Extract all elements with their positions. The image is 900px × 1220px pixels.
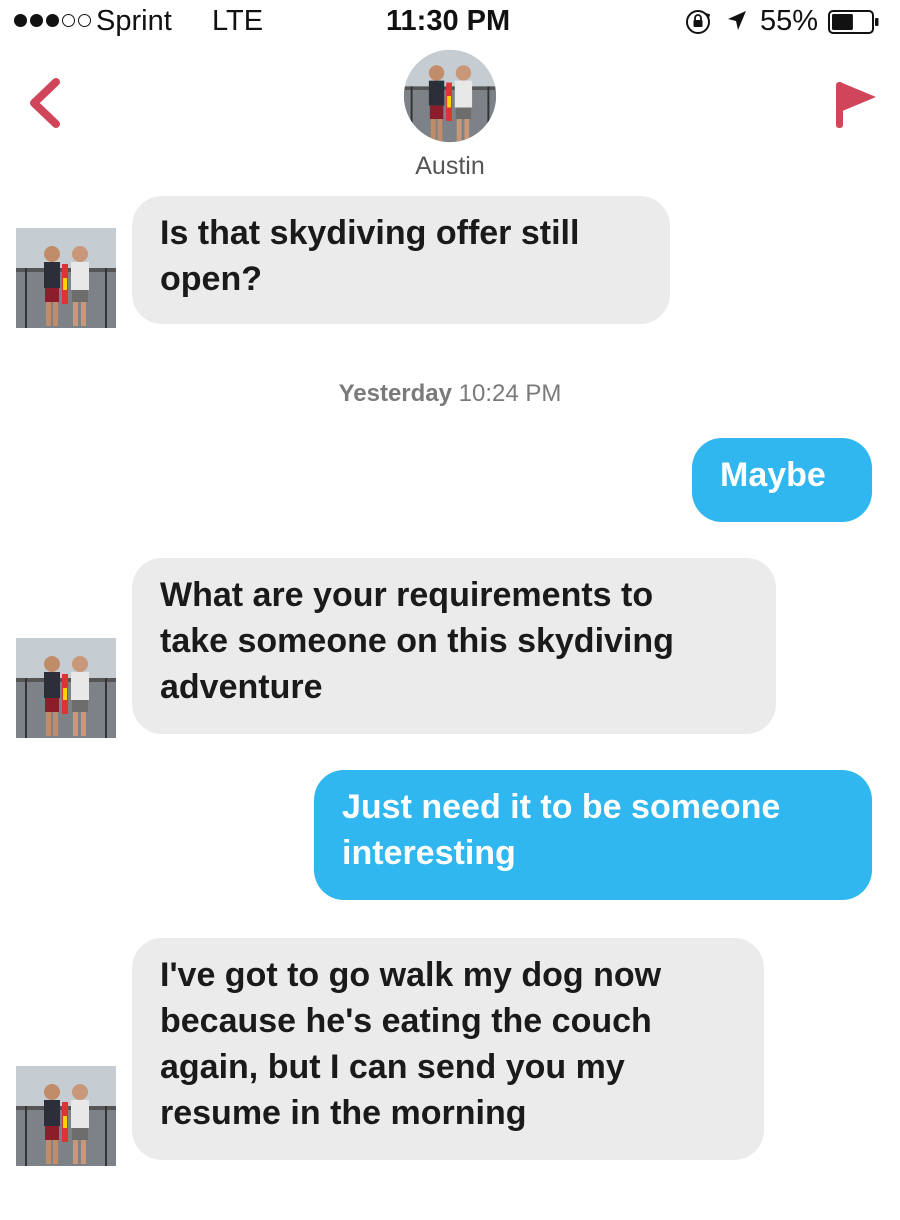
rotation-lock-icon <box>686 10 711 34</box>
carrier-name: Sprint <box>96 5 172 37</box>
message-bubble-incoming[interactable]: I've got to go walk my dog now because h… <box>132 938 764 1160</box>
message-bubble-incoming[interactable]: Is that skydiving offer still open? <box>132 196 670 324</box>
status-bar: Sprint LTE 11:30 PM 55% <box>0 0 900 44</box>
flag-icon[interactable] <box>830 78 880 130</box>
timestamp-day: Yesterday <box>338 380 452 407</box>
message-timestamp: Yesterday 10:24 PM <box>0 380 900 408</box>
contact-avatar[interactable] <box>16 638 116 738</box>
signal-dots-icon <box>14 14 91 27</box>
network-type: LTE <box>212 5 264 37</box>
timestamp-time: 10:24 PM <box>458 380 562 407</box>
message-text: Is that skydiving offer still open? <box>160 214 580 298</box>
message-bubble-outgoing[interactable]: Maybe <box>692 438 872 522</box>
battery-percent: 55% <box>760 5 819 37</box>
battery-icon <box>828 10 879 34</box>
contact-avatar[interactable] <box>16 1066 116 1166</box>
message-text: I've got to go walk my dog now because h… <box>160 956 662 1132</box>
contact-name[interactable]: Austin <box>350 152 550 181</box>
message-text: Maybe <box>720 456 826 494</box>
message-text: What are your requirements to take someo… <box>160 576 674 706</box>
contact-avatar[interactable] <box>16 228 116 328</box>
message-bubble-outgoing[interactable]: Just need it to be someone interesting <box>314 770 872 900</box>
status-time: 11:30 PM <box>386 5 511 37</box>
message-text: Just need it to be someone interesting <box>342 788 781 872</box>
message-bubble-incoming[interactable]: What are your requirements to take someo… <box>132 558 776 734</box>
back-button[interactable] <box>24 76 64 130</box>
location-arrow-icon <box>728 11 746 30</box>
header-avatar[interactable] <box>402 48 498 144</box>
